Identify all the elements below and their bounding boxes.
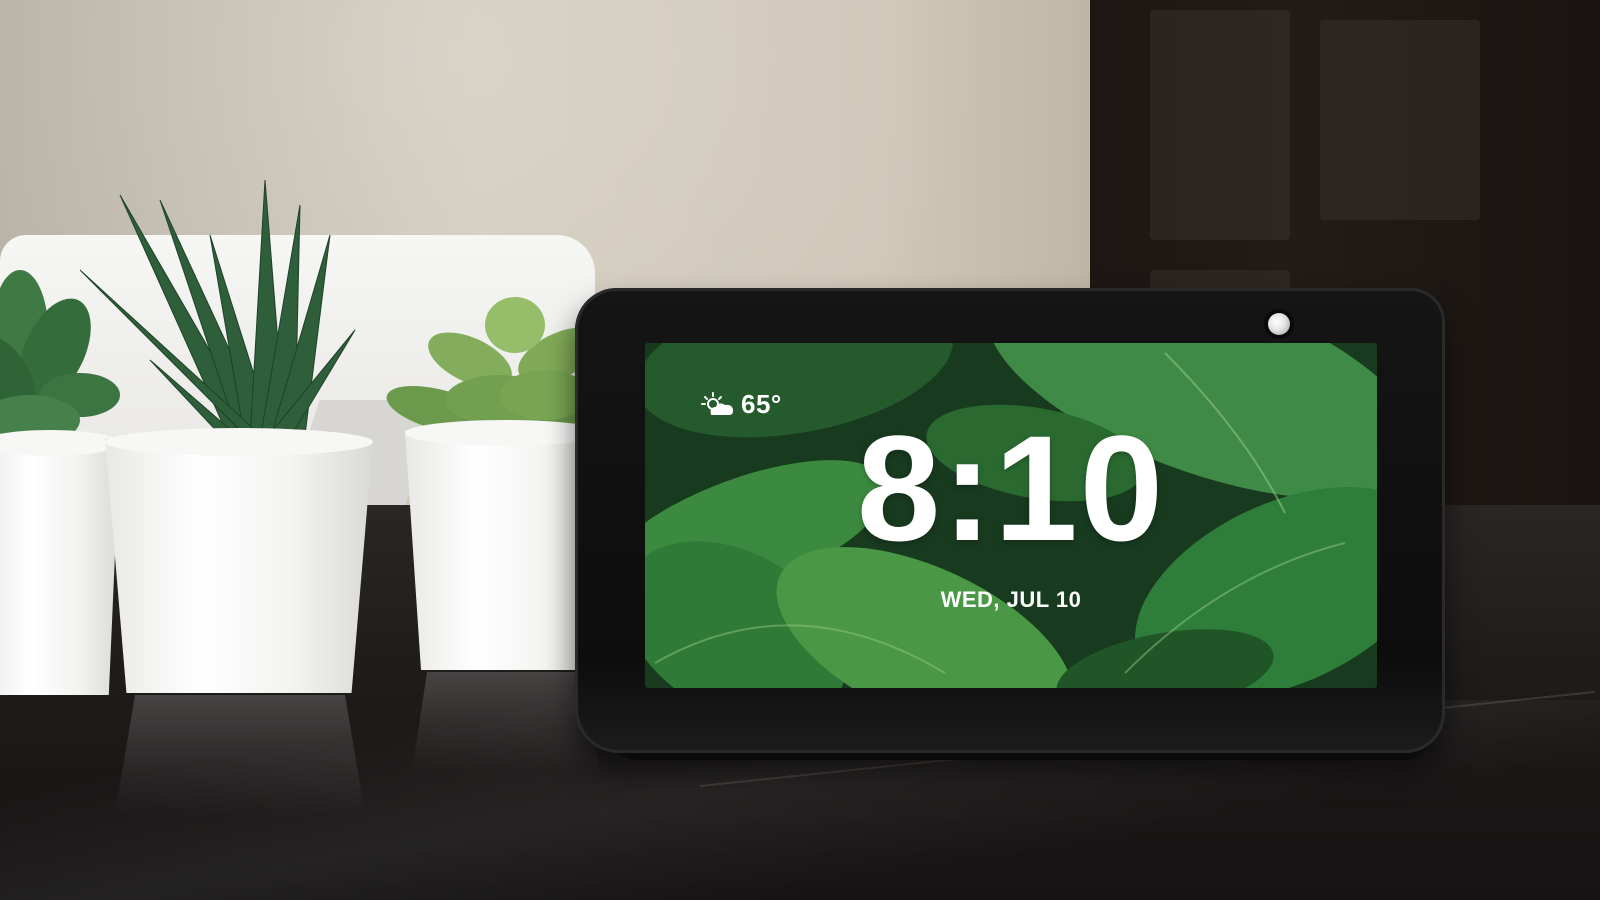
camera-icon bbox=[1268, 313, 1290, 335]
middle-plant-pot bbox=[105, 438, 373, 693]
spiky-succulent bbox=[79, 179, 356, 441]
left-succulent bbox=[0, 270, 120, 445]
pot-table-reflection bbox=[115, 695, 365, 815]
photo-scene: 65° 8:10 WED, JUL 10 bbox=[0, 0, 1600, 900]
pot-table-reflection bbox=[412, 672, 600, 772]
clock-date: WED, JUL 10 bbox=[940, 587, 1082, 612]
pot-rim bbox=[105, 428, 373, 456]
device-screen[interactable]: 65° 8:10 WED, JUL 10 bbox=[645, 343, 1377, 688]
left-plant-pot bbox=[0, 440, 120, 695]
clock-time: 8:10 bbox=[856, 404, 1166, 572]
